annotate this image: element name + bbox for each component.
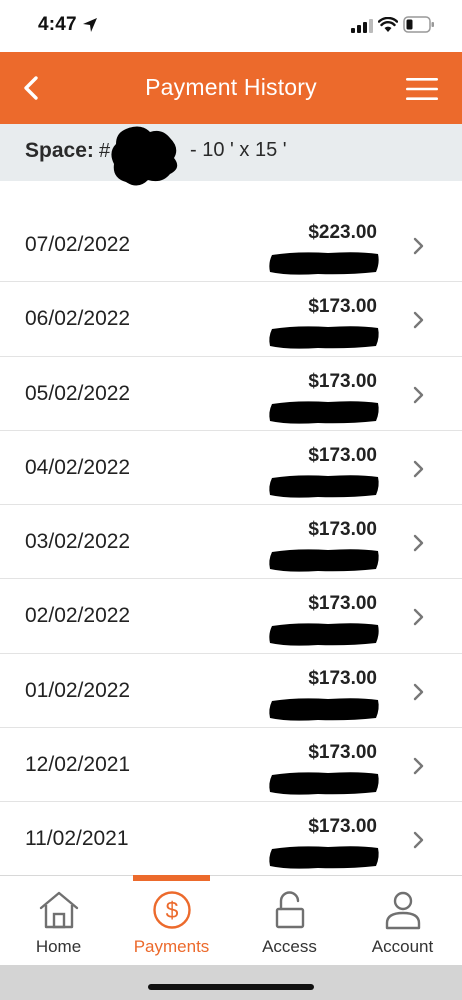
- tab-home[interactable]: Home: [1, 876, 116, 966]
- payment-date: 03/02/2022: [25, 530, 131, 554]
- payment-detail-redaction: [269, 400, 379, 424]
- space-label: Space:: [25, 139, 94, 162]
- tab-home-label: Home: [35, 937, 82, 956]
- chevron-right-icon: [413, 460, 424, 478]
- payment-row[interactable]: 01/02/2022 $173.00: [0, 654, 462, 729]
- payment-detail-redaction: [269, 846, 379, 870]
- payment-detail-redaction: [269, 475, 379, 498]
- page-title: Payment History: [145, 74, 317, 100]
- svg-text:$: $: [166, 897, 179, 923]
- space-number-prefix: #: [99, 140, 111, 162]
- status-bar: 4:47: [0, 0, 462, 52]
- chevron-right-icon: [413, 312, 424, 329]
- payment-row[interactable]: 07/02/2022 $223.00: [0, 208, 462, 283]
- chevron-right-icon: [413, 237, 424, 255]
- payment-amount: $173.00: [308, 593, 377, 615]
- dollar-circle-icon: $: [153, 891, 191, 929]
- wifi-icon: [378, 17, 398, 32]
- home-indicator-area: [0, 965, 462, 1000]
- payment-detail-redaction: [269, 697, 379, 721]
- payment-detail-redaction: [269, 772, 379, 795]
- payment-date: 02/02/2022: [25, 604, 131, 628]
- payment-date: 07/02/2022: [25, 233, 131, 256]
- chevron-right-icon: [413, 683, 424, 700]
- space-size: - 10 ' x 15 ': [190, 139, 287, 161]
- payment-amount: $223.00: [308, 222, 377, 243]
- tab-access[interactable]: Access: [232, 876, 347, 966]
- cellular-signal-icon: [351, 19, 373, 33]
- tab-account-label: Account: [371, 937, 434, 956]
- payment-list: 07/02/2022 $223.00 06/02/2022 $173.00 05/02/…: [0, 208, 462, 877]
- payment-row[interactable]: 06/02/2022 $173.00: [0, 282, 462, 357]
- payment-amount: $173.00: [308, 816, 377, 838]
- tab-access-label: Access: [262, 937, 317, 956]
- payment-date: 05/02/2022: [25, 381, 131, 405]
- chevron-right-icon: [413, 609, 424, 626]
- payment-date: 11/02/2021: [25, 827, 129, 851]
- unlock-icon: [275, 891, 305, 929]
- status-time: 4:47: [38, 14, 77, 35]
- space-number-redaction: [111, 126, 178, 186]
- payment-row[interactable]: 05/02/2022 $173.00: [0, 357, 462, 431]
- battery-icon: [403, 16, 434, 33]
- chevron-right-icon: [413, 386, 424, 403]
- payment-date: 06/02/2022: [25, 307, 131, 331]
- payment-amount: $173.00: [308, 667, 377, 689]
- payment-row[interactable]: 11/02/2021 $173.00: [0, 802, 462, 877]
- home-icon: [39, 891, 79, 929]
- payment-amount: $173.00: [308, 519, 377, 541]
- chevron-right-icon: [413, 534, 424, 552]
- chevron-right-icon: [413, 832, 424, 849]
- home-indicator: [148, 984, 314, 990]
- payment-date: 04/02/2022: [25, 455, 131, 479]
- person-icon: [385, 891, 421, 930]
- hamburger-menu-icon[interactable]: [406, 77, 438, 101]
- payment-detail-redaction: [269, 326, 379, 349]
- payment-row[interactable]: 03/02/2022 $173.00: [0, 505, 462, 580]
- payment-row[interactable]: 12/02/2021 $173.00: [0, 728, 462, 803]
- app-header: Payment History: [0, 52, 462, 124]
- payment-detail-redaction: [269, 549, 379, 572]
- payment-date: 01/02/2022: [25, 678, 131, 702]
- payment-row[interactable]: 04/02/2022 $173.00: [0, 431, 462, 506]
- payment-detail-redaction: [269, 623, 379, 647]
- tab-payments[interactable]: $ Payments: [114, 876, 229, 966]
- payment-amount: $173.00: [308, 444, 377, 466]
- payment-amount: $173.00: [308, 296, 377, 318]
- tab-payments-label: Payments: [133, 937, 210, 956]
- payment-row[interactable]: 02/02/2022 $173.00: [0, 579, 462, 654]
- tab-bar: Home $ Payments Access Account: [0, 875, 462, 965]
- payment-date: 12/02/2021: [25, 753, 131, 777]
- payment-detail-redaction: [269, 252, 379, 275]
- payment-amount: $173.00: [308, 370, 377, 392]
- location-arrow-icon: [83, 18, 97, 32]
- space-info-bar: Space: # - 10 ' x 15 ': [0, 124, 462, 181]
- chevron-right-icon: [413, 757, 424, 775]
- payment-amount: $173.00: [308, 742, 377, 764]
- tab-account[interactable]: Account: [345, 876, 460, 966]
